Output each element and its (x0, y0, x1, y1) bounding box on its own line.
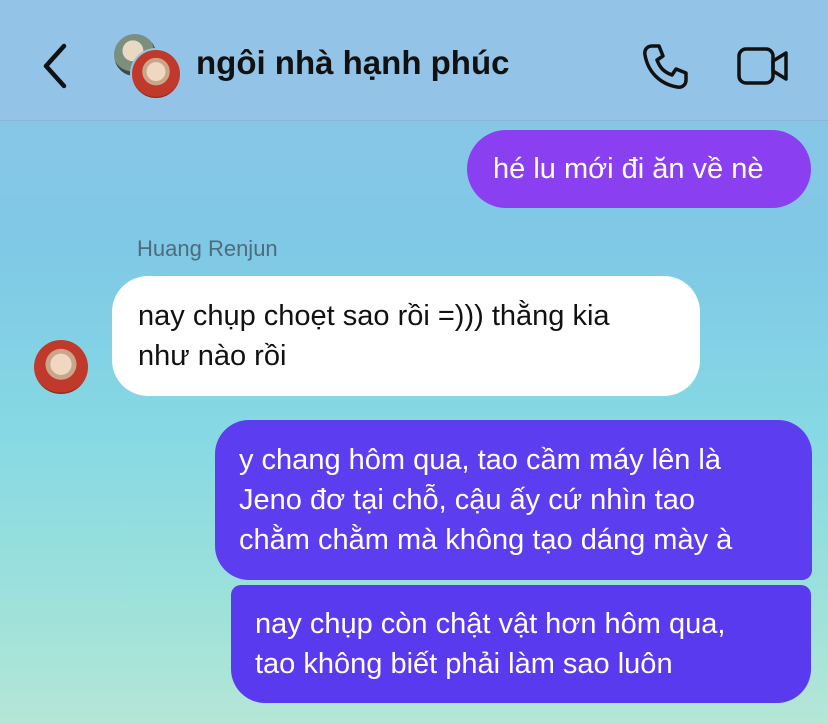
message-text: chằm chằm mà không tạo dáng mày à (239, 524, 733, 556)
member-avatar (130, 48, 182, 100)
incoming-message-bubble[interactable]: nay chụp choẹt sao rồi =))) thằng kia nh… (112, 276, 700, 396)
message-text: tao không biết phải làm sao luôn (255, 648, 673, 680)
call-button[interactable] (640, 42, 690, 92)
message-text: y chang hôm qua, tao cầm máy lên là (239, 444, 721, 476)
message-text: nay chụp choẹt sao rồi =))) thằng kia (138, 300, 610, 332)
group-avatar[interactable] (110, 32, 182, 100)
message-text: hé lu mới đi ăn về nè (493, 153, 764, 185)
outgoing-message-bubble[interactable]: nay chụp còn chật vật hơn hôm qua, tao k… (231, 585, 811, 703)
phone-icon (643, 44, 688, 89)
video-camera-icon (737, 47, 788, 85)
message-text: Jeno đơ tại chỗ, cậu ấy cứ nhìn tao (239, 484, 695, 516)
chat-title[interactable]: ngôi nhà hạnh phúc (196, 44, 509, 82)
message-text: như nào rồi (138, 340, 287, 372)
sender-name: Huang Renjun (137, 236, 278, 261)
back-button[interactable] (36, 42, 76, 90)
sender-avatar[interactable] (34, 340, 88, 394)
video-call-button[interactable] (736, 44, 790, 88)
chevron-left-icon (43, 43, 67, 89)
chat-header: ngôi nhà hạnh phúc (0, 0, 828, 121)
outgoing-message-bubble[interactable]: hé lu mới đi ăn về nè (467, 130, 811, 208)
message-text: nay chụp còn chật vật hơn hôm qua, (255, 608, 726, 640)
outgoing-message-bubble[interactable]: y chang hôm qua, tao cầm máy lên là Jeno… (215, 420, 812, 580)
